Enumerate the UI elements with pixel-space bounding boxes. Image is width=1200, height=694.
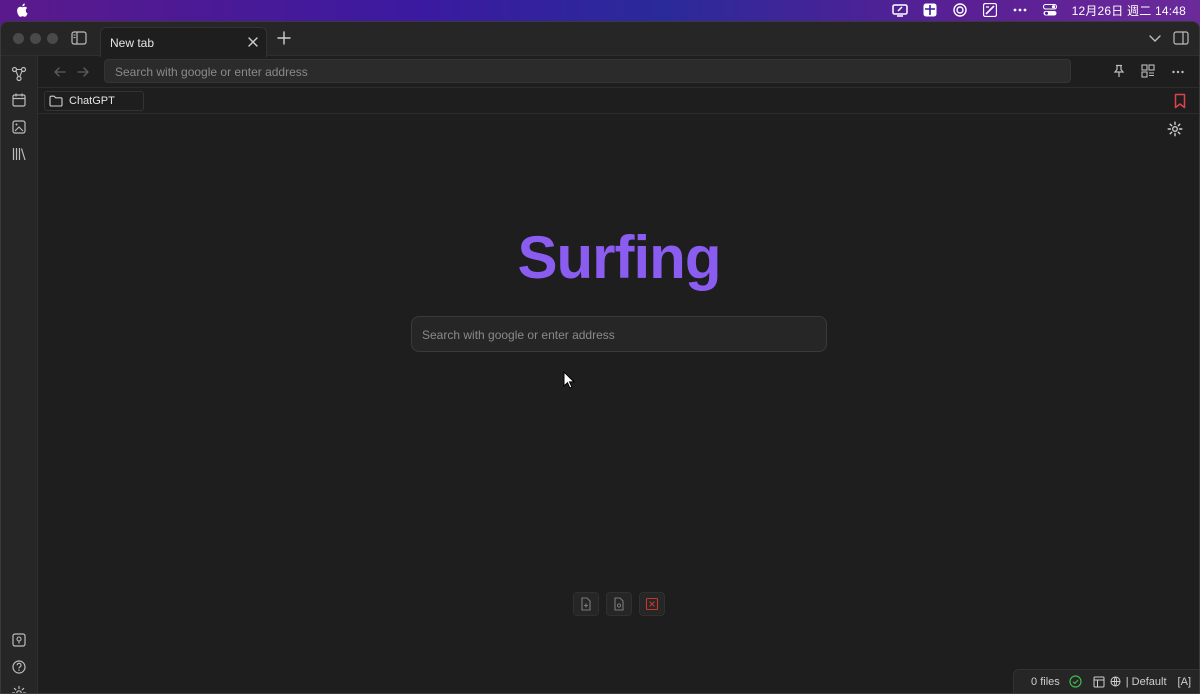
window-close-button[interactable] (13, 33, 24, 44)
back-arrow-icon[interactable] (53, 65, 67, 79)
new-tab-plus-icon[interactable] (277, 31, 291, 45)
openai-icon[interactable] (952, 3, 968, 17)
forward-arrow-icon[interactable] (76, 65, 90, 79)
window-zoom-button[interactable] (47, 33, 58, 44)
vault-icon[interactable] (11, 632, 27, 648)
open-file-button[interactable] (606, 592, 632, 616)
right-sidebar-toggle-icon[interactable] (1173, 31, 1189, 45)
search-input[interactable]: Search with google or enter address (411, 316, 827, 352)
control-center-icon[interactable] (1042, 3, 1058, 17)
tab-new-tab[interactable]: New tab (100, 27, 267, 57)
bookmark-icon[interactable] (1173, 93, 1187, 109)
new-file-button[interactable] (573, 592, 599, 616)
tab-label: New tab (110, 36, 155, 50)
mode-indicator[interactable]: [A] (1178, 676, 1191, 688)
window-minimize-button[interactable] (30, 33, 41, 44)
more-icon[interactable] (1012, 3, 1028, 17)
left-ribbon (1, 56, 38, 693)
close-tab-button[interactable] (639, 592, 665, 616)
gear-icon[interactable] (1167, 121, 1183, 137)
menubar-clock[interactable]: 12月26日 週二 14:48 (1072, 2, 1186, 19)
address-bar-input[interactable]: Search with google or enter address (104, 59, 1071, 83)
settings-icon[interactable] (11, 685, 27, 693)
status-bar: 0 files | Default [A] (1013, 669, 1199, 693)
folder-label: ChatGPT (69, 95, 115, 107)
library-icon[interactable] (11, 146, 27, 162)
bookmarks-bar: ChatGPT (38, 88, 1199, 114)
file-search-icon (613, 597, 625, 611)
pin-icon[interactable] (1112, 64, 1126, 78)
close-icon[interactable] (246, 35, 260, 49)
bookmark-folder-chatgpt[interactable]: ChatGPT (44, 91, 144, 111)
apple-icon[interactable] (16, 3, 28, 17)
image-edit-icon[interactable] (982, 3, 998, 17)
left-sidebar-toggle-icon[interactable] (71, 31, 87, 45)
sync-check-icon[interactable] (1069, 675, 1082, 688)
table-icon[interactable] (922, 3, 938, 17)
macos-menubar: 12月26日 週二 14:48 (0, 0, 1200, 20)
graph-view-icon[interactable] (11, 66, 27, 82)
file-count: 0 files (1031, 675, 1060, 688)
folder-icon (49, 95, 63, 107)
globe-icon[interactable] (1110, 676, 1121, 687)
title-bar: New tab (1, 22, 1199, 57)
display-icon[interactable] (891, 3, 908, 17)
calendar-icon[interactable] (11, 92, 27, 108)
chevron-down-icon[interactable] (1148, 32, 1162, 44)
browser-toolbar: Search with google or enter address (38, 56, 1199, 88)
surfing-logo-title: Surfing (517, 224, 722, 291)
layout-grid-icon[interactable] (1141, 64, 1155, 78)
canvas-icon[interactable] (11, 119, 27, 135)
mode-label[interactable]: | Default (1126, 676, 1167, 688)
new-tab-actions (573, 592, 665, 616)
mouse-cursor-icon (563, 371, 575, 389)
app-window: New tab Search with google or enter addr… (0, 21, 1200, 694)
new-file-icon (580, 597, 592, 611)
more-options-icon[interactable] (1171, 65, 1185, 79)
help-icon[interactable] (11, 659, 27, 675)
close-square-icon (645, 597, 659, 611)
layout-icon[interactable] (1093, 676, 1105, 688)
